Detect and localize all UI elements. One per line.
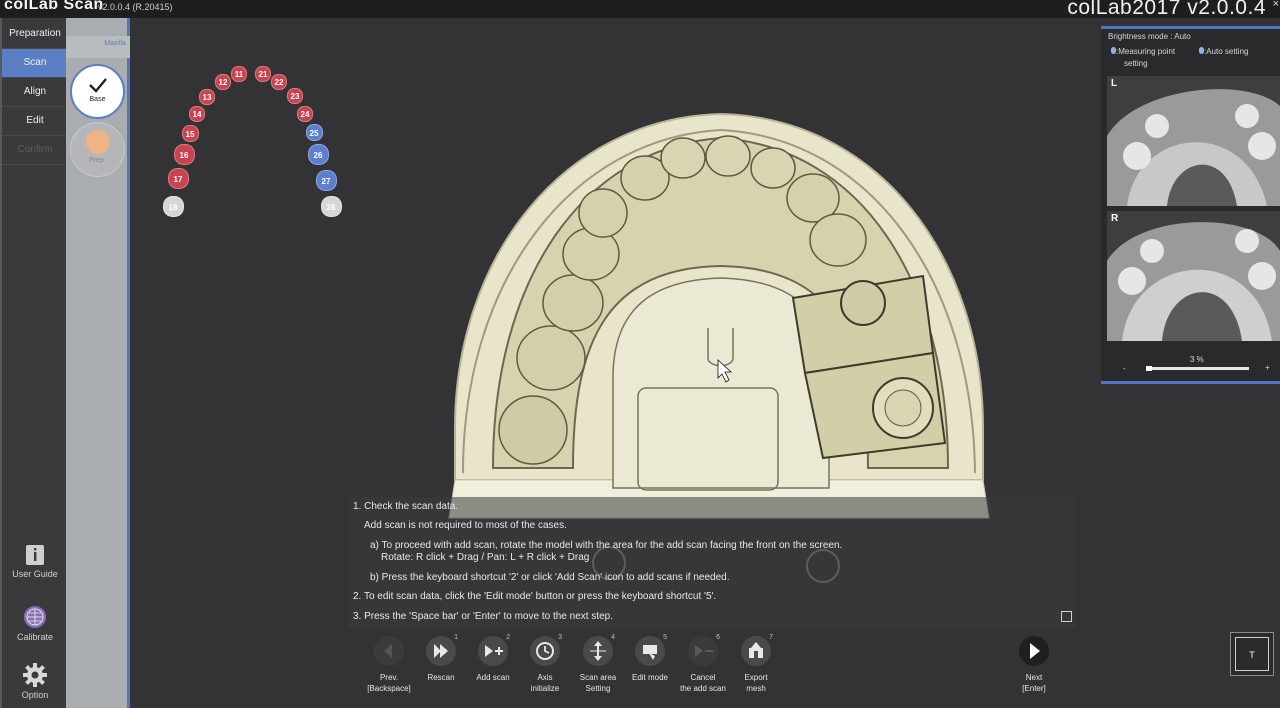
menu-item-scan[interactable]: Scan <box>2 49 68 77</box>
prev-icon <box>384 644 392 658</box>
zoom-out-button[interactable]: - <box>1123 364 1126 373</box>
tooth-11[interactable]: 11 <box>231 66 247 82</box>
tooth-13[interactable]: 13 <box>199 89 215 105</box>
brand-version: colLab2017 v2.0.0.4 <box>1067 0 1266 19</box>
step-base[interactable]: Base <box>70 64 125 119</box>
add-scan-icon <box>485 645 503 657</box>
calibrate-button[interactable]: Calibrate <box>2 605 68 642</box>
instructions-panel: 1. Check the scan data. Add scan is not … <box>349 497 1075 627</box>
info-icon <box>26 545 44 565</box>
jaw-label: Maxilla <box>66 36 130 58</box>
rescan-button[interactable]: 1 Rescan <box>413 634 469 683</box>
app-window: colLab Scan v2.0.0.4 (R.20415) colLab201… <box>0 0 1280 708</box>
gear-icon <box>23 663 47 687</box>
rescan-icon <box>434 644 448 658</box>
title-bar: colLab Scan v2.0.0.4 (R.20415) colLab201… <box>0 0 1280 19</box>
measuring-point-hint: :Measuring point <box>1111 47 1175 56</box>
collapse-icon[interactable] <box>1061 611 1072 622</box>
auto-setting-hint: :Auto setting <box>1199 47 1248 56</box>
scan-area-icon <box>590 641 606 661</box>
menu-item-confirm[interactable]: Confirm <box>2 136 68 164</box>
close-icon[interactable]: × <box>1273 0 1279 10</box>
step-prep[interactable]: Prep. <box>70 122 125 177</box>
instruction-a: a) To proceed with add scan, rotate the … <box>370 540 843 551</box>
tooth-18[interactable]: 18 <box>162 195 184 217</box>
option-label: Option <box>21 690 49 700</box>
tooth-17[interactable]: 17 <box>167 167 189 189</box>
left-menu: Preparation Scan Align Edit Confirm User… <box>0 18 68 708</box>
instruction-step-3: 3. Press the 'Space bar' or 'Enter' to m… <box>353 611 613 622</box>
menu-item-edit[interactable]: Edit <box>2 107 68 135</box>
progress-percent: 3 % <box>1190 355 1204 364</box>
app-version: v2.0.0.4 (R.20415) <box>98 2 173 12</box>
tooth-24[interactable]: 24 <box>297 106 313 122</box>
tooth-chart: 11 21 12 22 13 23 14 24 15 25 16 26 17 27 18 28 <box>153 58 353 238</box>
measuring-point-hint-2: setting <box>1124 59 1148 68</box>
step-panel: Maxilla Base Prep. <box>66 18 130 708</box>
edit-mode-button[interactable]: 5 Edit mode <box>622 634 678 683</box>
prev-button[interactable]: Prev. [Backspace] <box>361 636 417 694</box>
instruction-step-2: 2. To edit scan data, click the 'Edit mo… <box>353 591 717 602</box>
edit-mode-icon <box>643 645 657 660</box>
instruction-a-controls: Rotate: R click + Drag / Pan: L + R clic… <box>381 552 590 563</box>
camera-preview-panel: Brightness mode : Auto :Measuring point … <box>1101 26 1280 384</box>
export-mesh-icon <box>749 642 763 658</box>
view-toggle-button[interactable]: T <box>1230 632 1274 676</box>
user-guide-label: User Guide <box>12 569 58 579</box>
instruction-step-1: 1. Check the scan data. <box>353 501 459 512</box>
left-camera-image <box>1107 76 1280 206</box>
next-button[interactable]: Next [Enter] <box>1006 636 1062 694</box>
instruction-note: Add scan is not required to most of the … <box>364 520 567 531</box>
tooth-27[interactable]: 27 <box>315 169 337 191</box>
option-button[interactable]: Option <box>2 663 68 700</box>
dot-icon <box>85 130 110 154</box>
tooth-16[interactable]: 16 <box>173 143 195 165</box>
export-mesh-button[interactable]: 7 Export mesh <box>728 634 784 694</box>
calibrate-label: Calibrate <box>16 632 54 642</box>
step-prep-label: Prep. <box>89 157 106 164</box>
progress-track <box>1146 366 1249 371</box>
scan-area-setting-button[interactable]: 4 Scan area Setting <box>570 634 626 694</box>
user-guide-button[interactable]: User Guide <box>2 544 68 579</box>
menu-divider <box>2 164 68 165</box>
right-camera-tag: R <box>1111 213 1119 224</box>
step-base-label: Base <box>89 96 106 103</box>
tooth-28[interactable]: 28 <box>320 195 342 217</box>
brightness-mode: Brightness mode : Auto <box>1108 32 1191 41</box>
left-camera-view[interactable]: L <box>1107 76 1280 206</box>
left-camera-tag: L <box>1111 78 1118 89</box>
checkmark-icon <box>88 78 107 93</box>
right-camera-view[interactable]: R <box>1107 211 1280 341</box>
instruction-b: b) Press the keyboard shortcut '2' or cl… <box>370 572 730 583</box>
cancel-add-scan-button[interactable]: 6 Cancel the add scan <box>675 634 731 694</box>
tooth-15[interactable]: 15 <box>181 124 199 142</box>
tooth-22[interactable]: 22 <box>271 74 287 90</box>
tooth-25[interactable]: 25 <box>305 123 323 141</box>
progress-fill <box>1146 366 1152 371</box>
right-camera-image <box>1107 211 1280 341</box>
axis-initialize-button[interactable]: 3 Axis initialize <box>517 634 573 694</box>
app-title: colLab Scan <box>4 0 104 13</box>
menu-item-align[interactable]: Align <box>2 78 68 106</box>
tooth-21[interactable]: 21 <box>255 66 271 82</box>
tooth-26[interactable]: 26 <box>307 143 329 165</box>
menu-item-preparation[interactable]: Preparation <box>2 20 68 48</box>
cancel-add-scan-icon <box>695 645 713 657</box>
next-icon <box>1030 643 1040 659</box>
zoom-in-button[interactable]: + <box>1265 363 1270 372</box>
tooth-14[interactable]: 14 <box>189 106 205 122</box>
axis-initialize-icon <box>536 642 554 660</box>
grid-sphere-icon <box>24 606 46 628</box>
tooth-12[interactable]: 12 <box>215 74 231 90</box>
add-scan-button[interactable]: 2 Add scan <box>465 634 521 683</box>
tooth-23[interactable]: 23 <box>287 88 303 104</box>
